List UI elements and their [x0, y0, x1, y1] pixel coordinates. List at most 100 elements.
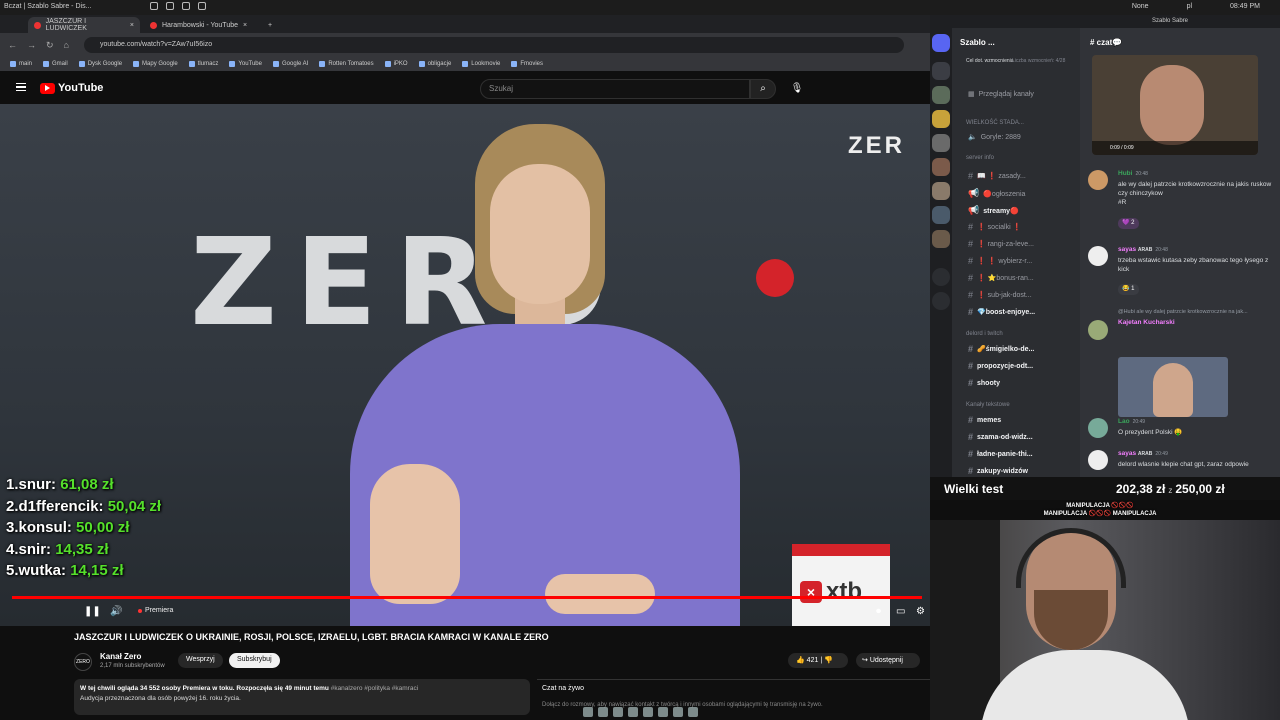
tab-close-icon[interactable]: × — [130, 22, 134, 29]
channel-streamy[interactable]: 📢 streamy🔴 — [968, 205, 1019, 216]
bookmark-maps[interactable]: Mapy Google — [133, 61, 178, 67]
tab-close-icon[interactable]: × — [243, 22, 247, 29]
subtitles-icon[interactable]: ▭ — [896, 606, 905, 617]
tray-network[interactable]: None — [1132, 3, 1149, 10]
avatar[interactable] — [1088, 170, 1108, 190]
discord-home-icon[interactable] — [932, 34, 950, 52]
new-tab-button[interactable]: + — [262, 17, 278, 33]
home-icon[interactable]: ⌂ — [64, 40, 69, 51]
message-user[interactable]: Hubi 20:48 — [1118, 170, 1148, 177]
channel-name[interactable]: Kanał Zero — [100, 652, 141, 661]
bookmark-youtube[interactable]: YouTube — [229, 61, 262, 67]
server-icon[interactable] — [932, 134, 950, 152]
description-box[interactable]: W tej chwili ogląda 34 552 osoby Premier… — [74, 679, 530, 715]
close-icon[interactable] — [198, 2, 206, 10]
restore-icon[interactable] — [182, 2, 190, 10]
reply-preview[interactable]: @Hubi ale wy dalej patrzcie krotkowzrocz… — [1118, 308, 1278, 317]
menu-icon[interactable] — [16, 83, 26, 91]
avatar[interactable] — [1088, 320, 1108, 340]
avatar[interactable] — [1088, 418, 1108, 438]
channel-szama[interactable]: # szama-od-widz... — [968, 432, 1033, 442]
category-text-channels[interactable]: Kanały tekstowe — [966, 402, 1010, 408]
channel-smigielko[interactable]: # 🥜śmigielko-de... — [968, 344, 1034, 354]
channel-zakupy[interactable]: # zakupy-widzów — [968, 466, 1028, 476]
chrome-icon[interactable] — [627, 707, 638, 717]
channel-ogloszenia[interactable]: 📢 🔴ogłoszenia — [968, 188, 1025, 199]
message-user[interactable]: sayas ARAB 20:49 — [1118, 450, 1168, 457]
share-button[interactable]: ↪ Udostępnij — [856, 653, 920, 668]
thumbs-down-icon[interactable]: | 👎 — [820, 657, 832, 664]
channel-avatar[interactable]: ZERO — [74, 653, 92, 671]
progress-bar[interactable] — [12, 596, 922, 599]
channel-bonus[interactable]: # ❗ ⭐bonus-ran... — [968, 273, 1034, 283]
steam-icon[interactable] — [657, 707, 668, 717]
video-attachment[interactable]: 0:09 / 0:09 — [1092, 55, 1258, 155]
channel-zasady[interactable]: # 📖 ❗ zasady... — [968, 171, 1026, 181]
discord-icon[interactable] — [642, 707, 653, 717]
forward-icon[interactable]: → — [27, 40, 36, 51]
support-button[interactable]: Wesprzyj — [178, 653, 223, 668]
bookmark-obligacje[interactable]: obligacje — [418, 61, 451, 67]
channel-shooty[interactable]: # shooty — [968, 378, 1000, 388]
reaction[interactable]: 😂 1 — [1118, 284, 1139, 295]
channel-boost[interactable]: # 💎boost-enjoye... — [968, 307, 1035, 317]
back-icon[interactable]: ← — [8, 40, 17, 51]
category-delord[interactable]: delord i twitch — [966, 331, 1003, 337]
bookmark-fmovies[interactable]: Fmovies — [511, 61, 543, 67]
subscribe-button[interactable]: Subskrybuj — [229, 653, 280, 668]
server-icon[interactable] — [932, 182, 950, 200]
obs-icon[interactable] — [672, 707, 683, 717]
pause-icon[interactable]: ❚❚ — [84, 606, 101, 617]
settings-icon[interactable] — [687, 707, 698, 717]
message-user[interactable]: sayas ARAB 20:48 — [1118, 246, 1168, 253]
bookmark-gmail[interactable]: Gmail — [43, 61, 68, 67]
address-bar[interactable]: youtube.com/watch?v=ZAw7uI56izo — [84, 37, 904, 53]
server-icon[interactable] — [932, 110, 950, 128]
channel-wybierz[interactable]: # ❗ ❗ wybierz-r... — [968, 256, 1032, 266]
minimize-icon[interactable] — [150, 2, 158, 10]
autoplay-toggle-icon[interactable]: ⏺ — [876, 606, 881, 617]
avatar[interactable] — [1088, 246, 1108, 266]
reload-icon[interactable]: ↻ — [46, 40, 54, 51]
bookmark-google-ai[interactable]: Google AI — [272, 61, 308, 67]
youtube-logo[interactable]: YouTube — [40, 82, 103, 94]
terminal-icon[interactable] — [597, 707, 608, 717]
server-icon[interactable] — [932, 86, 950, 104]
description-tags[interactable]: #kanalzero #polityka #kamraci — [331, 685, 418, 692]
files-icon[interactable] — [582, 707, 593, 717]
clip-controls[interactable]: 0:09 / 0:09 — [1092, 141, 1258, 155]
bookmark-lookmovie[interactable]: Lookmovie — [462, 61, 500, 67]
channel-ladne[interactable]: # ładne-panie-thi... — [968, 449, 1033, 459]
volume-icon[interactable]: 🔊 — [110, 606, 122, 617]
bookmark-translate[interactable]: tlumacz — [188, 61, 218, 67]
avatar[interactable] — [1088, 450, 1108, 470]
channel-propozycje[interactable]: # propozycje-odt... — [968, 361, 1033, 371]
server-icon[interactable] — [932, 206, 950, 224]
category-stats[interactable]: WIELKOŚĆ STADA... — [966, 120, 1024, 126]
server-name[interactable]: Szablo ... — [960, 38, 995, 47]
bookmark-ipko[interactable]: iPKO — [384, 61, 408, 67]
reaction[interactable]: 💜 2 — [1118, 218, 1139, 229]
server-icon[interactable] — [932, 158, 950, 176]
channel-sub[interactable]: # ❗ sub-jak-dost... — [968, 290, 1032, 300]
browser-tab-active[interactable]: JASZCZUR I LUDWICZEK × — [28, 17, 140, 33]
search-input[interactable]: Szukaj — [480, 79, 750, 99]
bookmark-rotten-tomatoes[interactable]: Rotten Tomatoes — [319, 61, 374, 67]
bookmark-main[interactable]: main — [10, 61, 32, 67]
server-icon[interactable] — [932, 230, 950, 248]
message-user[interactable]: Kajetan Kucharski — [1118, 319, 1175, 326]
server-icon[interactable] — [932, 62, 950, 80]
search-icon[interactable]: ⌕ — [750, 79, 776, 99]
browse-channels[interactable]: ▦ Przeglądaj kanały — [968, 90, 1034, 99]
channel-socialki[interactable]: # ❗ socialki ❗ — [968, 222, 1021, 232]
microphone-icon[interactable]: 🎙 — [788, 79, 806, 99]
discover-icon[interactable] — [932, 292, 950, 310]
browser-icon[interactable] — [612, 707, 623, 717]
add-server-icon[interactable] — [932, 268, 950, 286]
bookmark-drive[interactable]: Dysk Google — [78, 61, 122, 67]
maximize-icon[interactable] — [166, 2, 174, 10]
browser-tab[interactable]: Harambowski - YouTube × — [144, 17, 262, 33]
message-user[interactable]: Lao 20:49 — [1118, 418, 1145, 425]
channel-rangi[interactable]: # ❗ rangi-za-leve... — [968, 239, 1034, 249]
category-server-info[interactable]: server info — [966, 155, 994, 161]
